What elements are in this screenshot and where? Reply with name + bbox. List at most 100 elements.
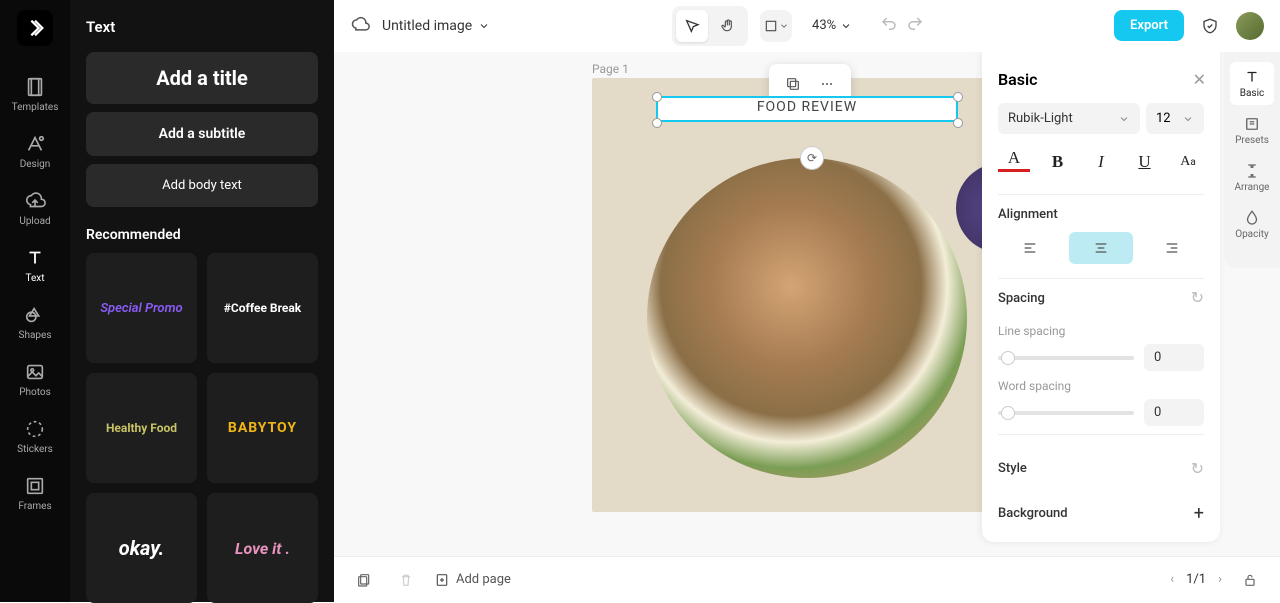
tab-basic[interactable]: Basic xyxy=(1230,62,1274,105)
line-spacing-label: Line spacing xyxy=(998,324,1204,338)
add-body-button[interactable]: Add body text xyxy=(86,164,318,207)
preset-card[interactable]: BABYTOY xyxy=(207,373,318,483)
reset-spacing-button[interactable]: ↻ xyxy=(1191,288,1204,307)
undo-button[interactable] xyxy=(880,15,898,37)
preset-text: #Coffee Break xyxy=(224,301,301,315)
add-title-button[interactable]: Add a title xyxy=(86,52,318,104)
style-section-label: Style xyxy=(998,461,1027,476)
italic-button[interactable]: I xyxy=(1085,146,1117,178)
resize-handle-sw[interactable] xyxy=(652,118,662,128)
food-image[interactable] xyxy=(647,158,967,478)
export-button[interactable]: Export xyxy=(1114,10,1184,41)
preset-text: Healthy Food xyxy=(106,421,177,435)
align-center-button[interactable] xyxy=(1069,232,1134,264)
background-label: Background xyxy=(998,506,1068,521)
canvas-area[interactable]: Page 1 FOOD REVIEW ⟳ Basic ✕ Rubik-Light… xyxy=(334,52,1280,556)
chevron-down-icon xyxy=(840,20,852,32)
page-indicator: 1/1 xyxy=(1186,572,1206,587)
panel-heading: Text xyxy=(86,18,318,36)
properties-panel: Basic ✕ Rubik-Light 12 A B I U Aa Alignm… xyxy=(982,52,1220,542)
selected-text[interactable]: FOOD REVIEW xyxy=(656,99,958,115)
reset-style-button[interactable]: ↻ xyxy=(1191,459,1204,478)
next-page-button[interactable]: › xyxy=(1218,572,1222,587)
slider-thumb[interactable] xyxy=(1001,351,1015,365)
align-left-button[interactable] xyxy=(998,232,1063,264)
font-size-dropdown[interactable]: 12 xyxy=(1146,103,1204,134)
tab-label: Presets xyxy=(1235,135,1269,146)
rotate-handle[interactable]: ⟳ xyxy=(800,146,824,170)
canvas-page[interactable] xyxy=(592,78,1026,512)
nav-shapes[interactable]: Shapes xyxy=(0,294,70,351)
word-spacing-value[interactable]: 0 xyxy=(1144,399,1204,426)
resize-handle-nw[interactable] xyxy=(652,92,662,102)
add-subtitle-button[interactable]: Add a subtitle xyxy=(86,112,318,156)
nav-design[interactable]: Design xyxy=(0,123,70,180)
prev-page-button[interactable]: ‹ xyxy=(1170,572,1174,587)
tab-label: Opacity xyxy=(1235,229,1269,240)
nav-label: Photos xyxy=(19,387,51,398)
text-panel: Text Add a title Add a subtitle Add body… xyxy=(70,0,334,602)
align-right-button[interactable] xyxy=(1139,232,1204,264)
preset-text: BABYTOY xyxy=(228,420,297,436)
delete-page-button[interactable] xyxy=(392,566,420,594)
preset-card[interactable]: Special Promo xyxy=(86,253,197,363)
line-spacing-slider[interactable] xyxy=(998,356,1134,360)
preset-card[interactable]: Healthy Food xyxy=(86,373,197,483)
nav-templates[interactable]: Templates xyxy=(0,66,70,123)
add-page-label: Add page xyxy=(456,572,511,587)
pages-button[interactable] xyxy=(350,566,378,594)
add-page-button[interactable]: Add page xyxy=(434,572,511,588)
line-spacing-value[interactable]: 0 xyxy=(1144,344,1204,371)
add-background-button[interactable]: + xyxy=(1194,503,1204,524)
zoom-dropdown[interactable]: 43% xyxy=(812,18,852,33)
nav-label: Frames xyxy=(18,501,51,512)
zoom-value: 43% xyxy=(812,18,836,33)
case-button[interactable]: Aa xyxy=(1172,146,1204,178)
lock-button[interactable] xyxy=(1236,566,1264,594)
document-title-dropdown[interactable]: Untitled image xyxy=(382,18,490,34)
history-controls xyxy=(880,15,924,37)
cursor-tool-group xyxy=(672,6,748,46)
user-avatar[interactable] xyxy=(1236,12,1264,40)
resize-handle-ne[interactable] xyxy=(953,92,963,102)
bottom-bar: Add page ‹ 1/1 › xyxy=(334,556,1280,602)
font-value: Rubik-Light xyxy=(1008,111,1073,126)
nav-upload[interactable]: Upload xyxy=(0,180,70,237)
text-color-button[interactable]: A xyxy=(998,146,1030,172)
preset-card[interactable]: okay. xyxy=(86,493,197,603)
more-options-button[interactable] xyxy=(813,70,841,98)
nav-label: Text xyxy=(25,273,44,284)
preset-card[interactable]: Love it . xyxy=(207,493,318,603)
crop-tool[interactable] xyxy=(760,10,792,42)
resize-handle-se[interactable] xyxy=(953,118,963,128)
word-spacing-label: Word spacing xyxy=(998,379,1204,393)
privacy-icon[interactable] xyxy=(1196,12,1224,40)
tab-arrange[interactable]: Arrange xyxy=(1230,156,1274,199)
bold-button[interactable]: B xyxy=(1042,146,1074,178)
chevron-down-icon xyxy=(1118,113,1130,125)
slider-thumb[interactable] xyxy=(1001,406,1015,420)
cloud-sync-icon[interactable] xyxy=(350,14,370,38)
tab-opacity[interactable]: Opacity xyxy=(1230,203,1274,246)
nav-text[interactable]: Text xyxy=(0,237,70,294)
panel-title: Basic xyxy=(998,70,1204,89)
nav-label: Shapes xyxy=(19,330,52,341)
nav-frames[interactable]: Frames xyxy=(0,465,70,522)
alignment-label: Alignment xyxy=(998,207,1204,222)
hand-tool[interactable] xyxy=(712,10,744,42)
underline-button[interactable]: U xyxy=(1129,146,1161,178)
font-family-dropdown[interactable]: Rubik-Light xyxy=(998,103,1140,134)
app-logo[interactable] xyxy=(17,10,53,46)
tab-presets[interactable]: Presets xyxy=(1230,109,1274,152)
nav-photos[interactable]: Photos xyxy=(0,351,70,408)
select-tool[interactable] xyxy=(676,10,708,42)
close-panel-button[interactable]: ✕ xyxy=(1193,70,1206,89)
preset-text: okay. xyxy=(119,536,165,560)
redo-button[interactable] xyxy=(906,15,924,37)
duplicate-button[interactable] xyxy=(779,70,807,98)
preset-text: Love it . xyxy=(235,539,290,558)
preset-card[interactable]: #Coffee Break xyxy=(207,253,318,363)
word-spacing-slider[interactable] xyxy=(998,411,1134,415)
nav-stickers[interactable]: Stickers xyxy=(0,408,70,465)
preset-text: Special Promo xyxy=(100,301,182,316)
